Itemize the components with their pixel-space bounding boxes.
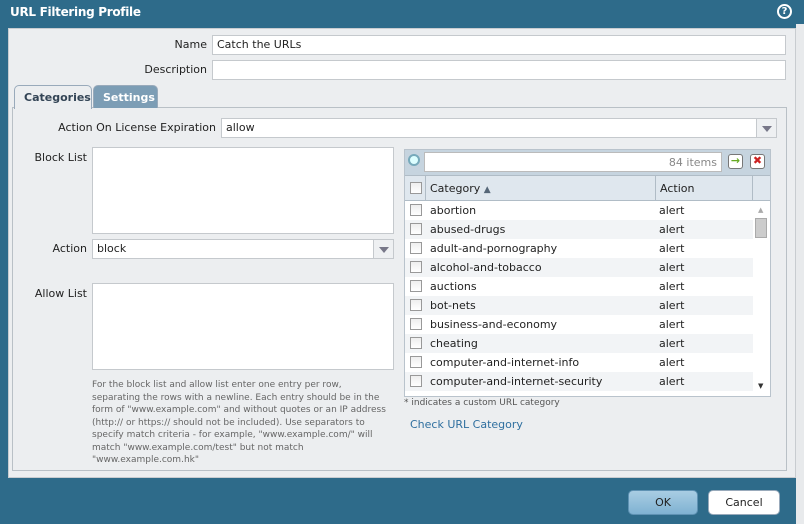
action-label: Action (52, 242, 87, 255)
action-select[interactable]: block (92, 239, 394, 259)
row-checkbox[interactable] (410, 280, 422, 292)
select-all-checkbox[interactable] (410, 182, 422, 194)
apply-filter-icon[interactable]: → (728, 154, 743, 169)
table-row[interactable]: computer-and-internet-security alert (405, 372, 770, 391)
category-cell: computer-and-internet-security (430, 375, 603, 388)
name-label: Name (174, 38, 207, 51)
grid-search-input[interactable]: 84 items (424, 152, 722, 172)
action-cell: alert (659, 261, 685, 274)
category-column-header[interactable]: Category ▲ (430, 182, 491, 195)
table-row[interactable]: computer-and-internet-info alert (405, 353, 770, 372)
dialog-title: URL Filtering Profile (10, 5, 141, 19)
help-icon[interactable]: ? (777, 4, 792, 19)
tab-settings[interactable]: Settings (93, 85, 158, 108)
category-cell: business-and-economy (430, 318, 558, 331)
table-row[interactable]: alcohol-and-tobacco alert (405, 258, 770, 277)
tab-categories[interactable]: Categories (14, 85, 92, 109)
table-row[interactable]: abused-drugs alert (405, 220, 770, 239)
check-url-category-link[interactable]: Check URL Category (410, 418, 523, 431)
row-checkbox[interactable] (410, 204, 422, 216)
row-checkbox[interactable] (410, 337, 422, 349)
row-checkbox[interactable] (410, 356, 422, 368)
item-count: 84 items (668, 156, 717, 169)
action-cell: alert (659, 356, 685, 369)
action-cell: alert (659, 337, 685, 350)
category-cell: adult-and-pornography (430, 242, 558, 255)
custom-category-footnote: * indicates a custom URL category (404, 398, 560, 408)
cancel-button[interactable]: Cancel (708, 490, 780, 515)
category-grid: 84 items → ✖ Category ▲ Action abortion … (404, 149, 771, 397)
allow-list-label: Allow List (34, 287, 87, 300)
sort-asc-icon: ▲ (483, 185, 491, 195)
table-row[interactable]: business-and-economy alert (405, 315, 770, 334)
name-input[interactable]: Catch the URLs (212, 35, 786, 55)
action-cell: alert (659, 223, 685, 236)
table-row[interactable]: abortion alert (405, 201, 770, 220)
category-cell: cheating (430, 337, 478, 350)
search-icon (408, 154, 420, 166)
category-cell: abused-drugs (430, 223, 506, 236)
chevron-down-icon[interactable] (373, 240, 393, 258)
table-row[interactable]: bot-nets alert (405, 296, 770, 315)
category-header-label: Category (430, 182, 481, 195)
block-list-textarea[interactable] (92, 147, 394, 234)
table-row[interactable]: cheating alert (405, 334, 770, 353)
action-value: block (97, 242, 127, 255)
row-checkbox[interactable] (410, 261, 422, 273)
scrollbar-thumb[interactable] (755, 218, 767, 238)
allow-list-textarea[interactable] (92, 283, 394, 370)
action-cell: alert (659, 242, 685, 255)
grid-rows: abortion alert abused-drugs alert adult-… (405, 201, 770, 391)
category-cell: bot-nets (430, 299, 476, 312)
action-cell: alert (659, 318, 685, 331)
grid-header: Category ▲ Action (405, 175, 770, 201)
row-checkbox[interactable] (410, 223, 422, 235)
row-checkbox[interactable] (410, 299, 422, 311)
action-column-header[interactable]: Action (660, 182, 694, 195)
description-input[interactable] (212, 60, 786, 80)
row-checkbox[interactable] (410, 375, 422, 387)
category-cell: computer-and-internet-info (430, 356, 580, 369)
help-text: For the block list and allow list enter … (92, 380, 386, 465)
action-cell: alert (659, 375, 685, 388)
row-checkbox[interactable] (410, 242, 422, 254)
background-page (796, 24, 804, 524)
clear-filter-icon[interactable]: ✖ (750, 154, 765, 169)
license-expiration-label: Action On License Expiration (58, 121, 216, 134)
action-cell: alert (659, 280, 685, 293)
grid-search-bar: 84 items → ✖ (405, 150, 770, 175)
table-row[interactable]: adult-and-pornography alert (405, 239, 770, 258)
row-checkbox[interactable] (410, 318, 422, 330)
table-row[interactable]: auctions alert (405, 277, 770, 296)
chevron-down-icon[interactable] (756, 119, 776, 137)
block-list-label: Block List (34, 151, 87, 164)
action-cell: alert (659, 204, 685, 217)
category-cell: abortion (430, 204, 477, 217)
category-cell: auctions (430, 280, 477, 293)
license-expiration-value: allow (226, 121, 255, 134)
category-cell: alcohol-and-tobacco (430, 261, 542, 274)
scroll-up-icon[interactable]: ▲ (758, 206, 763, 214)
scroll-down-icon[interactable]: ▼ (758, 382, 763, 390)
scrollbar[interactable]: ▲ ▼ (753, 202, 770, 396)
license-expiration-select[interactable]: allow (221, 118, 777, 138)
action-cell: alert (659, 299, 685, 312)
ok-button[interactable]: OK (628, 490, 698, 515)
description-label: Description (144, 63, 207, 76)
